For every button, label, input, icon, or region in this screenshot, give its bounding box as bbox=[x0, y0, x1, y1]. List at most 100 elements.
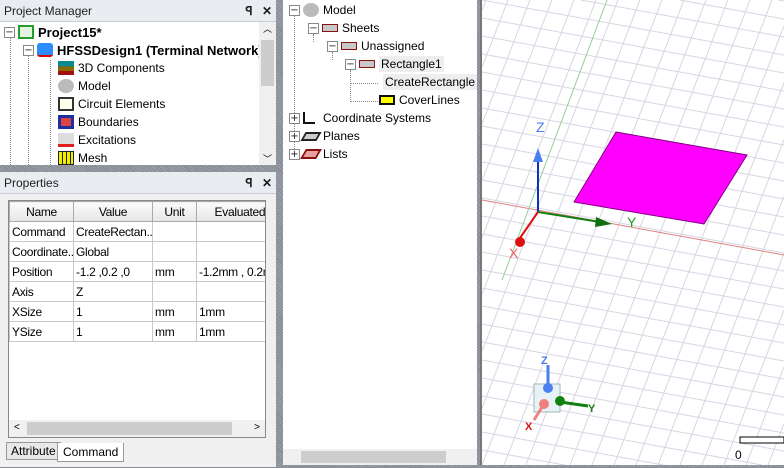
properties-grid: NameValueUnitEvaluated Va CommandCreateR… bbox=[8, 200, 266, 438]
grid-line bbox=[481, 251, 784, 308]
y-axis-label: Y bbox=[627, 214, 637, 230]
planes-icon bbox=[300, 131, 322, 141]
model-icon bbox=[303, 3, 319, 17]
coordinate-system-icon bbox=[303, 112, 315, 124]
column-header[interactable]: Unit bbox=[152, 201, 197, 222]
tree-item-design[interactable]: − HFSSDesign1 (Terminal Network)* bbox=[23, 41, 268, 59]
tree-item-boundaries[interactable]: Boundaries bbox=[58, 113, 139, 131]
tab-attribute[interactable]: Attribute bbox=[6, 442, 61, 460]
grid-line bbox=[481, 359, 784, 416]
grid-line bbox=[503, 0, 685, 466]
pin-icon[interactable]: ꟼ bbox=[240, 4, 258, 18]
panel-title: Project Manager bbox=[4, 3, 93, 18]
grid-line bbox=[481, 0, 553, 182]
tree-item-unassigned[interactable]: − Unassigned bbox=[327, 37, 424, 55]
triad-x-label: X bbox=[525, 421, 533, 433]
x-axis-label: X bbox=[509, 245, 519, 261]
boundaries-icon bbox=[58, 115, 74, 129]
scroll-thumb[interactable] bbox=[261, 40, 274, 86]
properties-panel: Properties ꟼ✕ NameValueUnitEvaluated Va … bbox=[0, 172, 276, 467]
table-row[interactable]: XSize 1 mm 1mm bbox=[9, 301, 265, 322]
scroll-thumb[interactable] bbox=[301, 451, 446, 463]
vertical-scrollbar[interactable]: ︿ ﹀ bbox=[259, 22, 276, 165]
expand-icon[interactable]: + bbox=[289, 112, 300, 124]
grid-line bbox=[481, 431, 664, 466]
collapse-icon[interactable]: − bbox=[308, 22, 319, 34]
close-icon[interactable]: ✕ bbox=[258, 4, 276, 18]
sheet-icon bbox=[359, 60, 375, 68]
collapse-icon[interactable]: − bbox=[289, 4, 300, 16]
grid-line bbox=[481, 449, 565, 466]
collapse-icon[interactable]: − bbox=[345, 58, 356, 70]
close-icon[interactable]: ✕ bbox=[258, 176, 276, 190]
mesh-icon bbox=[58, 151, 74, 165]
expand-icon[interactable]: + bbox=[289, 148, 300, 160]
tree-item-create-rectangle[interactable]: CreateRectangle bbox=[379, 73, 477, 91]
sheet-icon bbox=[322, 24, 338, 32]
horizontal-scrollbar[interactable] bbox=[283, 449, 477, 465]
grid-line bbox=[481, 287, 784, 344]
grid-line bbox=[481, 0, 487, 11]
scale-zero-label: 0 bbox=[735, 448, 742, 462]
pin-icon[interactable]: ꟼ bbox=[240, 176, 258, 190]
sheet-icon bbox=[341, 42, 357, 50]
tree-item-3d-components[interactable]: 3D Components bbox=[58, 59, 165, 77]
project-manager-panel: Project Manager ꟼ ✕ − Project15* − HFSSDesi… bbox=[0, 0, 276, 165]
tree-item-mesh[interactable]: Mesh bbox=[58, 149, 107, 167]
triad-z-label: Z bbox=[541, 355, 548, 367]
modeler-canvas[interactable]: Z Y X Z Y X 0 bbox=[481, 0, 784, 466]
tree-item-rectangle1[interactable]: − Rectangle1 bbox=[345, 55, 444, 73]
3d-viewport[interactable]: Z Y X Z Y X 0 bbox=[480, 0, 784, 466]
circuit-elements-icon bbox=[58, 97, 74, 111]
grid-line bbox=[481, 269, 784, 326]
grid-line bbox=[778, 0, 784, 2]
rectangle1-sheet[interactable] bbox=[573, 131, 748, 225]
tree-item-cover-lines[interactable]: CoverLines bbox=[379, 91, 460, 109]
table-row[interactable]: Position -1.2 ,0.2 ,0 mm -1.2mm , 0.2m bbox=[9, 261, 265, 282]
tree-item-model[interactable]: − Model bbox=[289, 1, 356, 19]
grid bbox=[481, 0, 784, 466]
tree-item-model[interactable]: Model bbox=[58, 77, 111, 95]
project-icon bbox=[18, 25, 34, 39]
y-arrowhead-icon bbox=[595, 217, 612, 227]
tab-command[interactable]: Command bbox=[57, 443, 125, 462]
command-icon bbox=[379, 95, 395, 105]
properties-header: Properties ꟼ ✕ bbox=[0, 172, 276, 194]
tree-item-coordinate-systems[interactable]: + Coordinate Systems bbox=[289, 109, 431, 127]
3d-components-icon bbox=[58, 61, 74, 75]
hfss-design-icon bbox=[37, 43, 53, 57]
collapse-icon[interactable]: − bbox=[23, 44, 34, 56]
grid-line bbox=[481, 0, 509, 68]
triad-y-label: Y bbox=[588, 403, 596, 415]
scale-bar bbox=[739, 436, 784, 444]
model-icon bbox=[58, 79, 74, 93]
horizontal-scrollbar[interactable]: < > bbox=[9, 420, 265, 437]
tree-item-excitations[interactable]: Excitations bbox=[58, 131, 136, 149]
z-axis-label: Z bbox=[536, 119, 545, 135]
grid-line bbox=[481, 0, 663, 466]
table-row[interactable]: Command CreateRectan... bbox=[9, 221, 265, 242]
column-header[interactable]: Value bbox=[73, 201, 153, 222]
table-row[interactable]: Coordinate... Global bbox=[9, 241, 265, 262]
lists-icon bbox=[300, 149, 322, 159]
column-header[interactable]: Name bbox=[9, 201, 74, 222]
collapse-icon[interactable]: − bbox=[4, 26, 15, 38]
column-header[interactable]: Evaluated Va bbox=[196, 201, 265, 222]
scroll-thumb[interactable] bbox=[27, 422, 232, 435]
tree-item-sheets[interactable]: − Sheets bbox=[308, 19, 379, 37]
tree-item-lists[interactable]: + Lists bbox=[289, 145, 348, 163]
model-tree-panel: − Model − Sheets − Unassigned − Rectangle1 C… bbox=[283, 0, 477, 465]
project-manager-header: Project Manager ꟼ ✕ bbox=[0, 0, 276, 22]
tree-item-planes[interactable]: + Planes bbox=[289, 127, 360, 145]
tree-item-circuit-elements[interactable]: Circuit Elements bbox=[58, 95, 165, 113]
grid-line bbox=[481, 233, 784, 290]
excitations-icon bbox=[58, 133, 74, 147]
orientation-triad[interactable]: Z Y X bbox=[525, 355, 596, 433]
expand-icon[interactable]: + bbox=[289, 130, 300, 142]
grid-line bbox=[481, 71, 784, 128]
grid-line bbox=[481, 53, 784, 110]
collapse-icon[interactable]: − bbox=[327, 40, 338, 52]
table-row[interactable]: YSize 1 mm 1mm bbox=[9, 321, 265, 342]
tree-item-project[interactable]: − Project15* bbox=[4, 23, 102, 41]
table-row[interactable]: Axis Z bbox=[9, 281, 265, 302]
